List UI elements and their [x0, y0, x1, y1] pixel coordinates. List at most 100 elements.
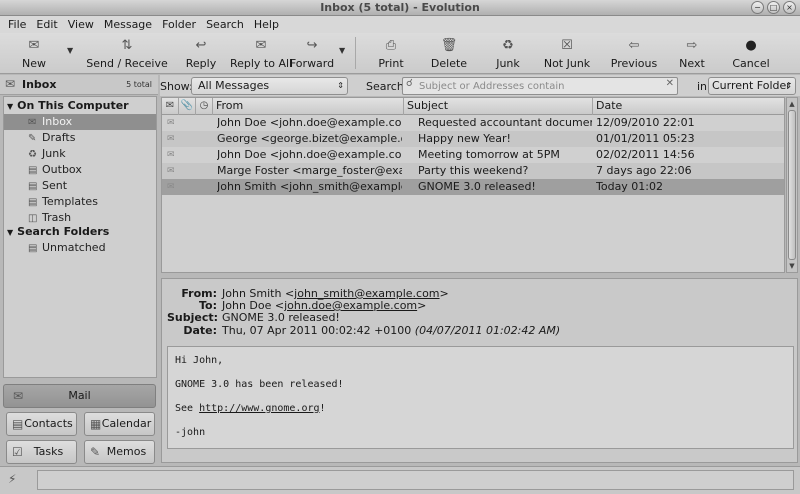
gnome-link[interactable]: http://www.gnome.org [199, 403, 319, 414]
print-button[interactable]: ⎙ Print [377, 35, 405, 72]
send-receive-icon: ⇅ [121, 37, 133, 53]
folder-drafts[interactable]: ✎ Drafts [4, 130, 156, 146]
attachment-column-icon[interactable]: 📎 [179, 98, 196, 115]
menu-file[interactable]: File [3, 16, 31, 33]
folder-unmatched[interactable]: ▤ Unmatched [4, 240, 156, 256]
message-row[interactable]: ✉ Marge Foster <marge_foster@exampl... P… [162, 163, 784, 179]
scroll-up-icon[interactable]: ▲ [787, 99, 797, 109]
folder-templates[interactable]: ▤ Templates [4, 194, 156, 210]
message-date: Today 01:02 [596, 180, 664, 193]
show-label: Show: [160, 80, 193, 93]
sidebar-header: ✉ Inbox 5 total [0, 75, 158, 95]
folder-label: Sent [42, 179, 68, 192]
message-subject: Party this weekend? [418, 164, 529, 177]
body-line: GNOME 3.0 has been released! [175, 379, 344, 390]
online-status-icon[interactable]: ⚡ [8, 472, 16, 486]
message-row[interactable]: ✉ George <george.bizet@example.org> Happ… [162, 131, 784, 147]
folder-label: Unmatched [42, 241, 106, 254]
previous-button[interactable]: ⇦ Previous [611, 35, 658, 72]
search-input[interactable] [419, 79, 659, 93]
message-from: John Doe <john.doe@example.com> [217, 116, 402, 129]
title-bar: Inbox (5 total) - Evolution − □ × [0, 0, 800, 16]
status-column-icon[interactable]: ✉ [162, 98, 179, 115]
arrow-left-icon: ⇦ [628, 37, 640, 53]
menu-view[interactable]: View [63, 16, 99, 33]
toolbar-separator [355, 37, 356, 69]
switcher-mail-label: Mail [68, 389, 91, 402]
search-scope-value: Current Folder [712, 79, 791, 92]
tasks-icon: ☑ [12, 445, 23, 459]
reply-button[interactable]: ↩ Reply [186, 35, 216, 72]
preview-pane: From: John Smith <john_smith@example.com… [161, 278, 798, 463]
switcher-calendar-button[interactable]: ▦ Calendar [84, 412, 155, 436]
menu-folder[interactable]: Folder [157, 16, 201, 33]
switcher-contacts-button[interactable]: ▤ Contacts [6, 412, 77, 436]
cancel-button[interactable]: ● Cancel [732, 35, 770, 72]
status-bar: ⚡ [0, 466, 800, 494]
reply-icon: ↩ [195, 37, 207, 53]
junk-button[interactable]: ♻ Junk [495, 35, 521, 72]
column-subject[interactable]: Subject [404, 98, 593, 115]
body-see-end: ! [319, 403, 326, 414]
group-search-folders[interactable]: ▼ Search Folders [4, 224, 109, 240]
next-button[interactable]: ⇨ Next [679, 35, 705, 72]
message-body: Hi John, GNOME 3.0 has been released! Se… [167, 346, 794, 449]
message-subject: GNOME 3.0 released! [418, 180, 536, 193]
message-list-scrollbar[interactable]: ▲ ▼ [786, 97, 798, 273]
minimize-button[interactable]: − [751, 1, 764, 14]
folder-label: Drafts [42, 131, 76, 144]
switcher-memos-button[interactable]: ✎ Memos [84, 440, 155, 464]
to-close: > [417, 299, 427, 312]
forward-icon: ↪ [306, 37, 318, 53]
message-from: John Doe <john.doe@example.com> [217, 148, 402, 161]
folder-label: Inbox [42, 115, 73, 128]
inbox-icon: ✉ [5, 77, 16, 91]
subject-label: Subject: [167, 311, 219, 324]
close-button[interactable]: × [783, 1, 796, 14]
menu-edit[interactable]: Edit [31, 16, 62, 33]
message-from: Marge Foster <marge_foster@exampl... [217, 164, 402, 177]
cancel-label: Cancel [732, 57, 770, 70]
folder-junk[interactable]: ♻ Junk [4, 146, 156, 162]
folder-sent[interactable]: ▤ Sent [4, 178, 156, 194]
calendar-icon: ▦ [90, 417, 102, 431]
menu-help[interactable]: Help [249, 16, 284, 33]
message-row[interactable]: ✉ John Doe <john.doe@example.com> Reques… [162, 115, 784, 131]
folder-outbox[interactable]: ▤ Outbox [4, 162, 156, 178]
reply-all-button[interactable]: ✉ Reply to All [230, 35, 292, 72]
updown-arrow-icon: ⇕ [785, 81, 792, 90]
forward-button[interactable]: ↪ Forward [290, 35, 334, 72]
column-date[interactable]: Date [593, 98, 784, 115]
maximize-button[interactable]: □ [767, 1, 780, 14]
scroll-down-icon[interactable]: ▼ [787, 261, 797, 271]
show-filter-select[interactable]: All Messages ⇕ [191, 77, 348, 95]
templates-icon: ▤ [28, 197, 38, 208]
group-on-this-computer[interactable]: ▼ On This Computer [4, 98, 129, 114]
show-filter-value: All Messages [198, 79, 270, 92]
delete-button[interactable]: 🗑 Delete [431, 35, 467, 72]
not-junk-label: Not Junk [543, 57, 591, 70]
menu-search[interactable]: Search [201, 16, 249, 33]
switcher-mail-button[interactable]: ✉ Mail [3, 384, 156, 408]
message-row[interactable]: ✉ John Doe <john.doe@example.com> Meetin… [162, 147, 784, 163]
clear-search-icon[interactable]: ✕ [666, 78, 674, 89]
switcher-tasks-button[interactable]: ☑ Tasks [6, 440, 77, 464]
not-junk-button[interactable]: ☒ Not Junk [543, 35, 591, 72]
folder-inbox[interactable]: ✉ Inbox [4, 114, 156, 130]
filter-bar: Show: All Messages ⇕ Search: ☌ ✕ in Curr… [160, 75, 800, 96]
search-scope-select[interactable]: Current Folder ⇕ [708, 77, 796, 95]
scroll-thumb[interactable] [788, 110, 796, 260]
new-button[interactable]: ✉ New [16, 35, 52, 72]
flag-column-icon[interactable]: ◷ [196, 98, 213, 115]
switcher-tasks-label: Tasks [33, 445, 64, 458]
message-list: ✉ 📎 ◷ From Subject Date ✉ John Doe <john… [161, 97, 785, 273]
column-from[interactable]: From [213, 98, 404, 115]
forward-dropdown-arrow[interactable]: ▼ [339, 46, 345, 55]
new-dropdown-arrow[interactable]: ▼ [67, 46, 73, 55]
junk-icon: ♻ [28, 149, 37, 160]
read-mail-icon: ✉ [167, 182, 175, 192]
send-receive-button[interactable]: ⇅ Send / Receive [86, 35, 167, 72]
message-row-selected[interactable]: ✉ John Smith <john_smith@example.co... G… [162, 179, 784, 195]
menu-message[interactable]: Message [99, 16, 157, 33]
mail-icon: ✉ [13, 389, 24, 403]
